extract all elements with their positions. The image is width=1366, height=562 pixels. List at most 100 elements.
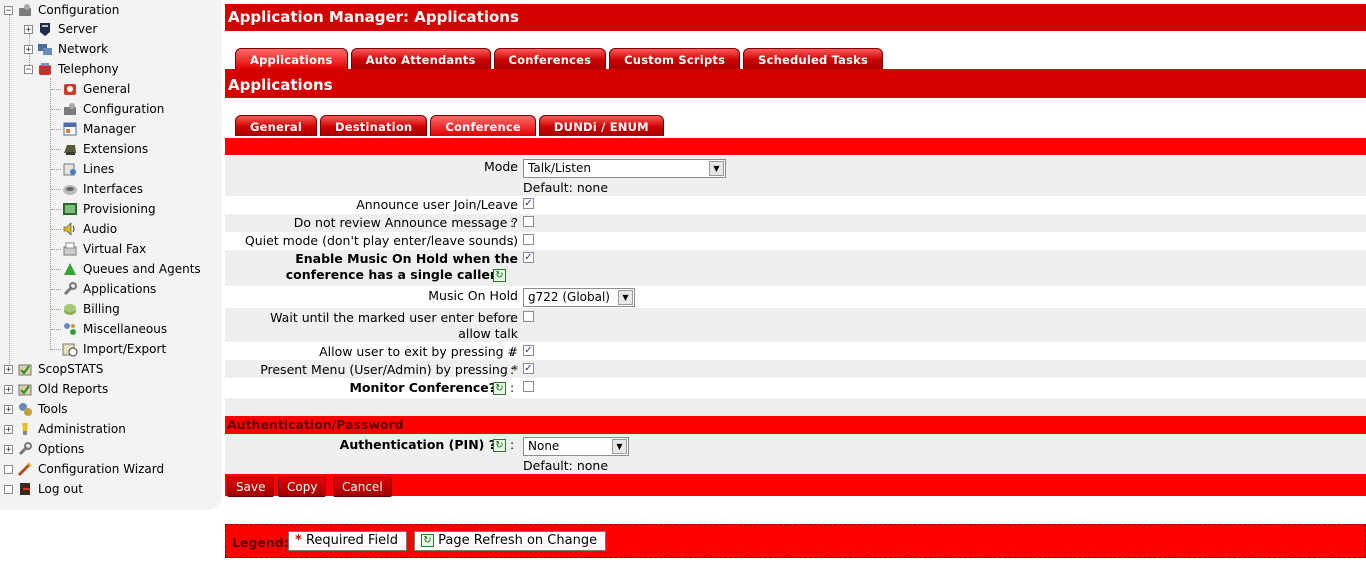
moh-single-label-1: Enable Music On Hold when the [295, 251, 518, 266]
expand-toggle[interactable]: + [4, 404, 13, 414]
sidebar-item-label: Billing [83, 302, 120, 316]
exit-hash-label: Allow user to exit by pressing # [319, 344, 518, 359]
sidebar-item-applications[interactable]: Applications [51, 279, 156, 299]
interfaces-icon [62, 181, 78, 197]
auth-pin-select[interactable]: None ▼ [523, 437, 629, 456]
sidebar-item-manager[interactable]: Manager [51, 119, 136, 139]
sidebar-item-telephony[interactable]: − Telephony [24, 59, 119, 79]
tab-general[interactable]: General [235, 115, 317, 136]
form-row-spacer [225, 398, 1366, 416]
collapse-toggle[interactable]: − [24, 64, 33, 74]
mode-select-value: Talk/Listen [528, 161, 591, 175]
sidebar-item-options[interactable]: + Options [4, 439, 84, 459]
tab-conference[interactable]: Conference [430, 115, 536, 136]
mode-select[interactable]: Talk/Listen ▼ [523, 159, 726, 178]
chevron-down-icon: ▼ [612, 439, 627, 454]
form-row-wait-marked: Wait until the marked user enter before … [225, 308, 1366, 342]
monitor-checkbox[interactable] [523, 381, 534, 392]
quiet-mode-label: Quiet mode (don't play enter/leave sound… [244, 233, 518, 248]
music-on-hold-label: Music On Hold [428, 288, 518, 303]
mode-default: Default: none [523, 180, 609, 195]
exit-hash-checkbox[interactable]: ✓ [523, 345, 534, 356]
expand-toggle[interactable]: + [4, 424, 13, 434]
moh-single-checkbox[interactable]: ✓ [523, 252, 534, 263]
sidebar-item-billing[interactable]: Billing [51, 299, 120, 319]
tab-applications[interactable]: Applications [235, 48, 348, 69]
sidebar-item-label: Miscellaneous [83, 322, 168, 336]
sidebar-item-tools[interactable]: + Tools [4, 399, 68, 419]
legend: Legend: * Required Field ↻ Page Refresh … [225, 524, 1366, 558]
chevron-down-icon: ▼ [618, 290, 633, 305]
sidebar-item-server[interactable]: + Server [24, 19, 97, 39]
wizard-icon [17, 461, 33, 477]
sub-section-bar [225, 138, 1366, 155]
sidebar-item-interfaces[interactable]: Interfaces [51, 179, 143, 199]
expand-toggle[interactable]: + [24, 44, 33, 54]
lines-icon [62, 161, 78, 177]
sidebar-item-lines[interactable]: Lines [51, 159, 114, 179]
expand-toggle[interactable]: + [4, 444, 13, 454]
page-refresh-icon: ↻ [421, 534, 434, 547]
tab-custom-scripts[interactable]: Custom Scripts [609, 48, 741, 69]
sidebar-item-label: Import/Export [83, 342, 167, 356]
sidebar-item-administration[interactable]: + Administration [4, 419, 126, 439]
sidebar-item-audio[interactable]: Audio [51, 219, 117, 239]
sidebar-item-scopstats[interactable]: + ScopSTATS [4, 359, 103, 379]
tab-destination[interactable]: Destination [320, 115, 428, 136]
sidebar-item-virtual-fax[interactable]: Virtual Fax [51, 239, 146, 259]
page-refresh-icon: ↻ [493, 382, 506, 395]
tab-auto-attendants[interactable]: Auto Attendants [350, 48, 491, 69]
required-mark: * [295, 533, 302, 548]
form-row-quiet-mode: Quiet mode (don't play enter/leave sound… [225, 232, 1366, 250]
sidebar-item-miscellaneous[interactable]: Miscellaneous [51, 319, 167, 339]
quiet-mode-checkbox[interactable] [523, 234, 534, 245]
miscellaneous-icon [62, 321, 78, 337]
sidebar-item-log-out[interactable]: Log out [4, 479, 83, 499]
sidebar-item-label: Virtual Fax [83, 242, 147, 256]
sidebar-item-telephony-configuration[interactable]: Configuration [51, 99, 164, 119]
sidebar-item-provisioning[interactable]: Provisioning [51, 199, 156, 219]
copy-button[interactable]: Copy [278, 477, 327, 497]
wait-marked-checkbox[interactable] [523, 311, 534, 322]
form-row-monitor: Monitor Conference? ↻ : [225, 378, 1366, 398]
sidebar-item-configuration-wizard[interactable]: Configuration Wizard [4, 459, 164, 479]
form-row-moh-single: Enable Music On Hold when the conference… [225, 250, 1366, 286]
sidebar-item-extensions[interactable]: Extensions [51, 139, 148, 159]
expand-toggle[interactable]: + [4, 364, 13, 374]
legend-refresh: ↻ Page Refresh on Change [414, 531, 607, 551]
leaf-toggle [4, 464, 13, 474]
sidebar-item-label: Administration [38, 422, 126, 436]
sidebar-item-queues-and-agents[interactable]: Queues and Agents [51, 259, 201, 279]
announce-checkbox[interactable]: ✓ [523, 198, 534, 209]
queues-icon [62, 261, 78, 277]
expand-toggle[interactable]: + [24, 24, 33, 34]
sidebar-item-label: Audio [83, 222, 118, 236]
tab-dundi-enum[interactable]: DUNDi / ENUM [538, 115, 664, 136]
page-title: Application Manager: Applications [225, 4, 1366, 31]
sidebar-item-import-export[interactable]: Import/Export [51, 339, 166, 359]
sidebar-item-label: Extensions [83, 142, 149, 156]
sidebar-item-label: Log out [38, 482, 83, 496]
present-menu-checkbox[interactable]: ✓ [523, 363, 534, 374]
old-reports-icon [17, 381, 33, 397]
configuration-icon [62, 101, 78, 117]
expand-toggle[interactable]: + [4, 384, 13, 394]
auth-pin-label: Authentication (PIN) ? [339, 437, 496, 452]
music-on-hold-select[interactable]: g722 (Global) ▼ [523, 288, 635, 307]
sidebar-item-general[interactable]: General [51, 79, 130, 99]
sidebar-item-label: Applications [83, 282, 157, 296]
sidebar-item-configuration[interactable]: − Configuration [4, 0, 119, 20]
tab-scheduled-tasks[interactable]: Scheduled Tasks [743, 48, 884, 69]
sidebar-item-old-reports[interactable]: + Old Reports [4, 379, 108, 399]
no-review-label: Do not review Announce message ? [293, 215, 518, 230]
sidebar-item-label: General [83, 82, 131, 96]
collapse-toggle[interactable]: − [4, 5, 13, 15]
navigation-sidebar: − Configuration + Server + Network − Tel… [0, 0, 222, 510]
save-button[interactable]: Save [227, 477, 275, 497]
no-review-checkbox[interactable] [523, 216, 534, 227]
cancel-button[interactable]: Cancel [333, 477, 392, 497]
sidebar-item-network[interactable]: + Network [24, 39, 108, 59]
tab-conferences[interactable]: Conferences [493, 48, 607, 69]
form-row-present-menu: Present Menu (User/Admin) by pressing * … [225, 360, 1366, 378]
moh-single-label-2: conference has a single caller [285, 267, 496, 282]
